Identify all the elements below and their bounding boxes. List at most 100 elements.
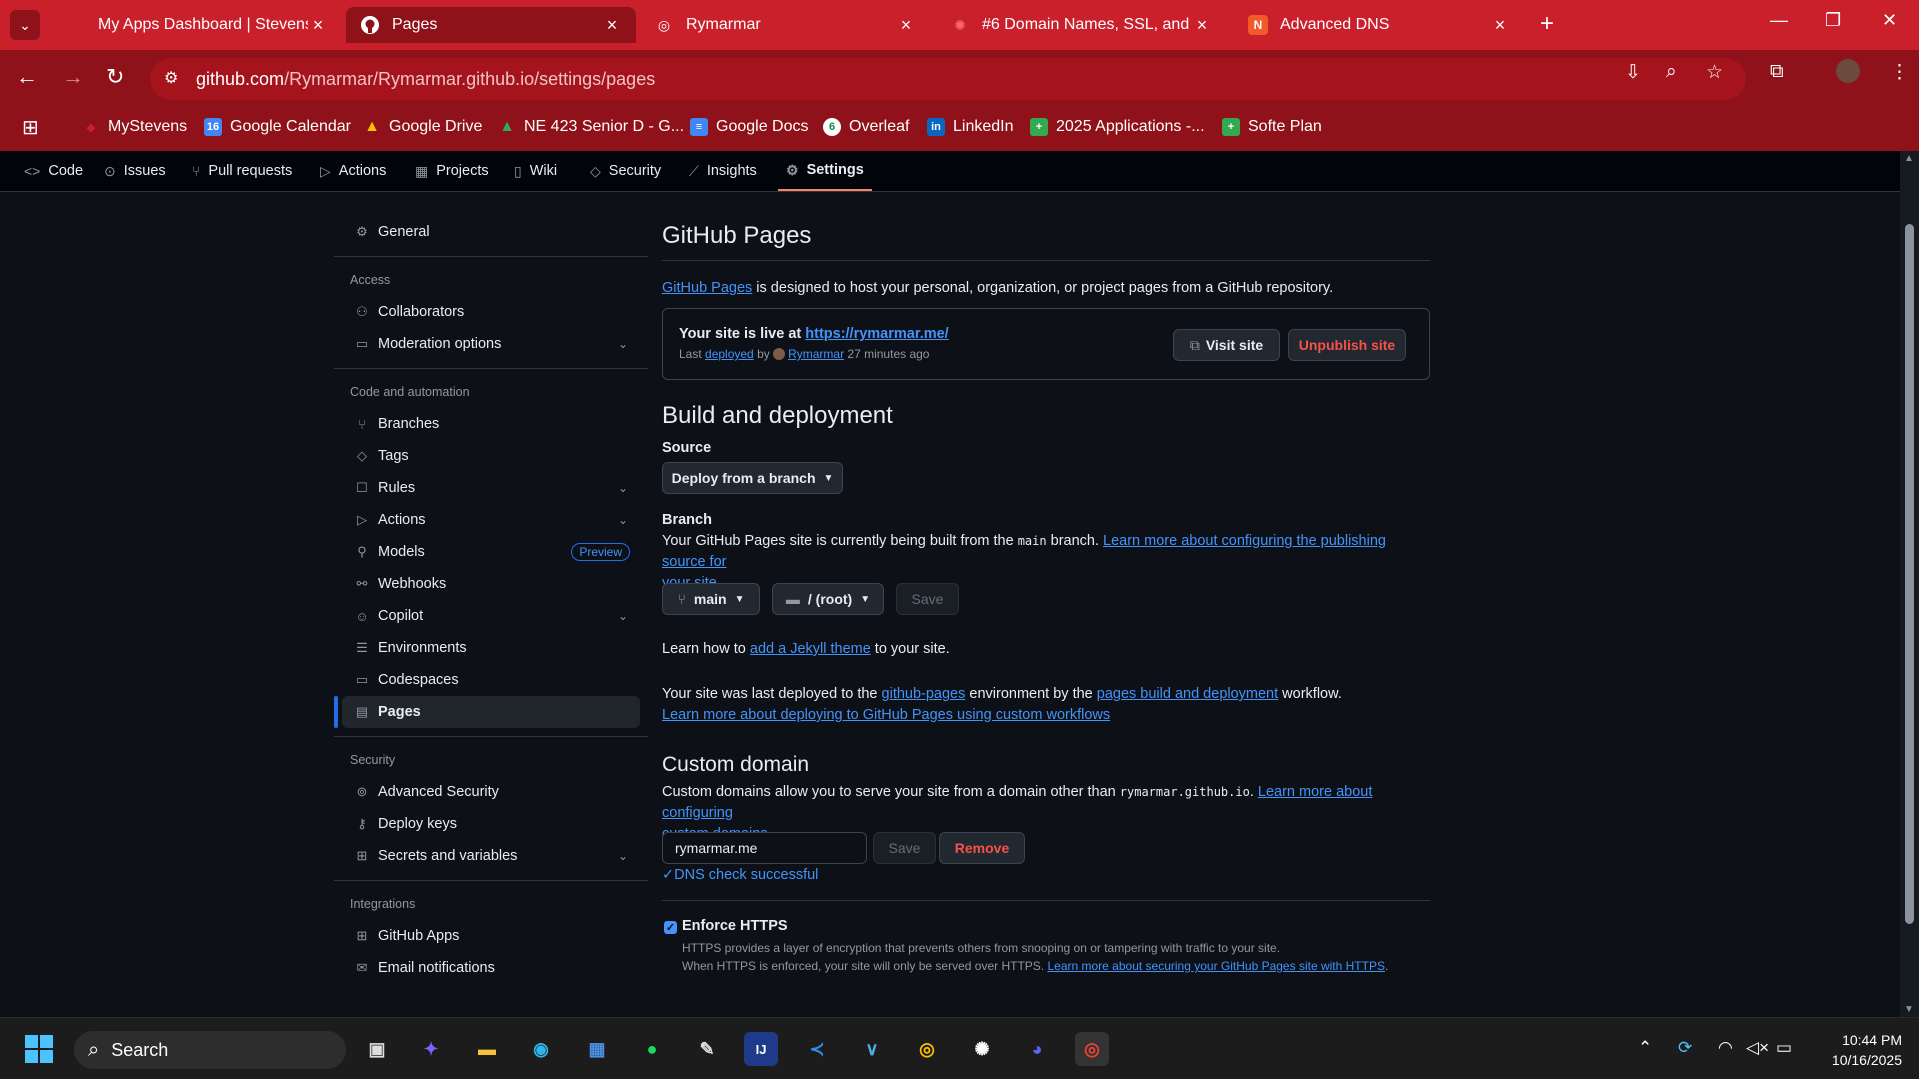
sidebar-item-moderation[interactable]: ▭ Moderation options ⌄	[342, 328, 640, 360]
reload-icon[interactable]: ↻	[106, 64, 124, 90]
visit-site-button[interactable]: ⧉ Visit site	[1173, 329, 1280, 361]
sidebar-item-codespaces[interactable]: ▭ Codespaces	[342, 664, 640, 696]
close-icon[interactable]: ×	[602, 15, 622, 36]
task-view-icon[interactable]: ▣	[360, 1032, 394, 1066]
store-icon[interactable]: ▦	[580, 1032, 614, 1066]
extensions-icon[interactable]: ⧉	[1770, 61, 1784, 83]
domain-remove-button[interactable]: Remove	[939, 832, 1025, 864]
bookmark-google-docs[interactable]: ≡ Google Docs	[690, 118, 809, 136]
sidebar-item-general[interactable]: ⚙ General	[342, 216, 640, 248]
domain-save-button[interactable]: Save	[873, 832, 936, 864]
menu-icon[interactable]: ⋮	[1890, 61, 1909, 84]
custom-workflows-link[interactable]: Learn more about deploying to GitHub Pag…	[662, 707, 1110, 723]
sidebar-item-secrets[interactable]: ⊞ Secrets and variables ⌄	[342, 840, 640, 872]
sidebar-item-rules[interactable]: ☐ Rules ⌄	[342, 472, 640, 504]
forward-arrow-icon[interactable]: →	[62, 64, 84, 90]
tab-security[interactable]: ◇ Security	[590, 151, 661, 191]
scrollbar-thumb[interactable]	[1905, 224, 1914, 924]
windows-start-icon[interactable]	[22, 1032, 56, 1066]
volume-muted-icon[interactable]: ◁×	[1746, 1038, 1769, 1058]
enforce-https-checkbox[interactable]: ✓	[664, 921, 677, 934]
jekyll-theme-link[interactable]: add a Jekyll theme	[750, 641, 871, 657]
scroll-down-icon[interactable]: ▼	[1904, 1004, 1914, 1015]
branch-select[interactable]: ⑂ main ▼	[662, 583, 760, 615]
chrome-active-icon[interactable]: ◎	[1075, 1032, 1109, 1066]
wifi-icon[interactable]: ◠	[1718, 1038, 1733, 1058]
new-tab-button[interactable]: +	[1540, 10, 1554, 38]
branch-save-button[interactable]: Save	[896, 583, 959, 615]
apps-grid-icon[interactable]: ⊞	[22, 115, 39, 140]
bookmark-ne423[interactable]: ▲ NE 423 Senior D - G...	[498, 118, 684, 136]
bookmark-google-calendar[interactable]: 16 Google Calendar	[204, 118, 351, 136]
show-hidden-icons-icon[interactable]: ⌃	[1638, 1038, 1652, 1058]
bookmark-linkedin[interactable]: in LinkedIn	[927, 118, 1014, 136]
close-window-button[interactable]: ✕	[1882, 10, 1897, 31]
sidebar-item-email-notifications[interactable]: ✉ Email notifications	[342, 952, 640, 984]
source-dropdown[interactable]: Deploy from a branch ▼	[662, 462, 843, 494]
unpublish-site-button[interactable]: Unpublish site	[1288, 329, 1406, 361]
taskbar-clock[interactable]: 10:44 PM 10/16/2025	[1812, 1030, 1902, 1070]
zoom-icon[interactable]: ⌕	[1666, 61, 1677, 83]
github-pages-link[interactable]: GitHub Pages	[662, 280, 752, 296]
scroll-up-icon[interactable]: ▲	[1904, 153, 1914, 164]
close-icon[interactable]: ×	[308, 15, 328, 36]
file-explorer-icon[interactable]: ▬	[470, 1032, 504, 1066]
tab-projects[interactable]: ▦ Projects	[415, 151, 489, 191]
taskbar-search[interactable]: ⌕ Search	[74, 1031, 346, 1069]
tab-advanced-dns[interactable]: N Advanced DNS ×	[1234, 7, 1524, 43]
sidebar-item-advanced-security[interactable]: ⊚ Advanced Security	[342, 776, 640, 808]
chatgpt-icon[interactable]: ✺	[965, 1032, 999, 1066]
copilot-icon[interactable]: ✦	[414, 1032, 448, 1066]
tab-search-button[interactable]: ⌄	[10, 10, 40, 40]
sidebar-item-deploy-keys[interactable]: ⚷ Deploy keys	[342, 808, 640, 840]
vs-icon[interactable]: ∨	[855, 1032, 889, 1066]
site-info-icon[interactable]: ⚙	[164, 68, 178, 88]
bookmark-star-icon[interactable]: ☆	[1706, 61, 1723, 84]
sidebar-item-models[interactable]: ⚲ Models Preview	[342, 536, 640, 568]
live-url-link[interactable]: https://rymarmar.me/	[805, 326, 948, 342]
sidebar-item-webhooks[interactable]: ⚯ Webhooks	[342, 568, 640, 600]
sidebar-item-copilot[interactable]: ☺ Copilot ⌄	[342, 600, 640, 632]
minimize-button[interactable]: —	[1770, 10, 1788, 31]
folder-select[interactable]: ▬ / (root) ▼	[772, 583, 884, 615]
custom-domain-input[interactable]	[662, 832, 867, 864]
chrome-icon[interactable]: ◎	[910, 1032, 944, 1066]
spotify-icon[interactable]: ●	[635, 1032, 669, 1066]
address-bar[interactable]: ⚙ github.com/Rymarmar/Rymarmar.github.io…	[150, 58, 1746, 100]
user-link[interactable]: Rymarmar	[788, 347, 844, 361]
jetbrains-icon[interactable]: IJ	[744, 1032, 778, 1066]
tab-insights[interactable]: ⟋ Insights	[689, 151, 757, 191]
sidebar-item-environments[interactable]: ☰ Environments	[342, 632, 640, 664]
tab-issues[interactable]: ⊙ Issues	[104, 151, 166, 191]
tab-wiki[interactable]: ▯ Wiki	[514, 151, 557, 191]
deployed-link[interactable]: deployed	[705, 347, 754, 361]
sidebar-item-collaborators[interactable]: ⚇ Collaborators	[342, 296, 640, 328]
install-app-icon[interactable]: ⇩	[1625, 61, 1641, 84]
notepad-icon[interactable]: ✎	[690, 1032, 724, 1066]
edge-icon[interactable]: ◉	[524, 1032, 558, 1066]
vscode-icon[interactable]: ≺	[800, 1032, 834, 1066]
bookmark-softe-plan[interactable]: + Softe Plan	[1222, 118, 1322, 136]
https-learn-more-link[interactable]: Learn more about securing your GitHub Pa…	[1047, 959, 1385, 973]
tab-rymarmar[interactable]: ◎ Rymarmar ×	[640, 7, 930, 43]
restore-button[interactable]: ❐	[1825, 10, 1841, 31]
sidebar-item-pages[interactable]: ▤ Pages	[342, 696, 640, 728]
tab-settings[interactable]: ⚙ Settings	[778, 151, 872, 191]
close-icon[interactable]: ×	[1192, 15, 1212, 36]
bookmark-overleaf[interactable]: 6 Overleaf	[823, 118, 909, 136]
bookmark-mystevens[interactable]: ◆ MyStevens	[82, 118, 187, 136]
discord-icon[interactable]: ◕	[1020, 1032, 1054, 1066]
workflow-link[interactable]: pages build and deployment	[1097, 686, 1278, 702]
sync-icon[interactable]: ⟳	[1678, 1038, 1692, 1058]
tab-code[interactable]: <> Code	[24, 151, 83, 191]
tab-my-apps[interactable]: ◆ My Apps Dashboard | Stevens In ×	[52, 7, 342, 43]
back-arrow-icon[interactable]: ←	[16, 64, 38, 90]
sidebar-item-actions[interactable]: ▷ Actions ⌄	[342, 504, 640, 536]
tab-actions[interactable]: ▷ Actions	[320, 151, 386, 191]
tab-domain-names[interactable]: ✺ #6 Domain Names, SSL, and Ve ×	[936, 7, 1226, 43]
sidebar-item-tags[interactable]: ◇ Tags	[342, 440, 640, 472]
close-icon[interactable]: ×	[1490, 15, 1510, 36]
sidebar-item-github-apps[interactable]: ⊞ GitHub Apps	[342, 920, 640, 952]
github-pages-env-link[interactable]: github-pages	[882, 686, 966, 702]
close-icon[interactable]: ×	[896, 15, 916, 36]
